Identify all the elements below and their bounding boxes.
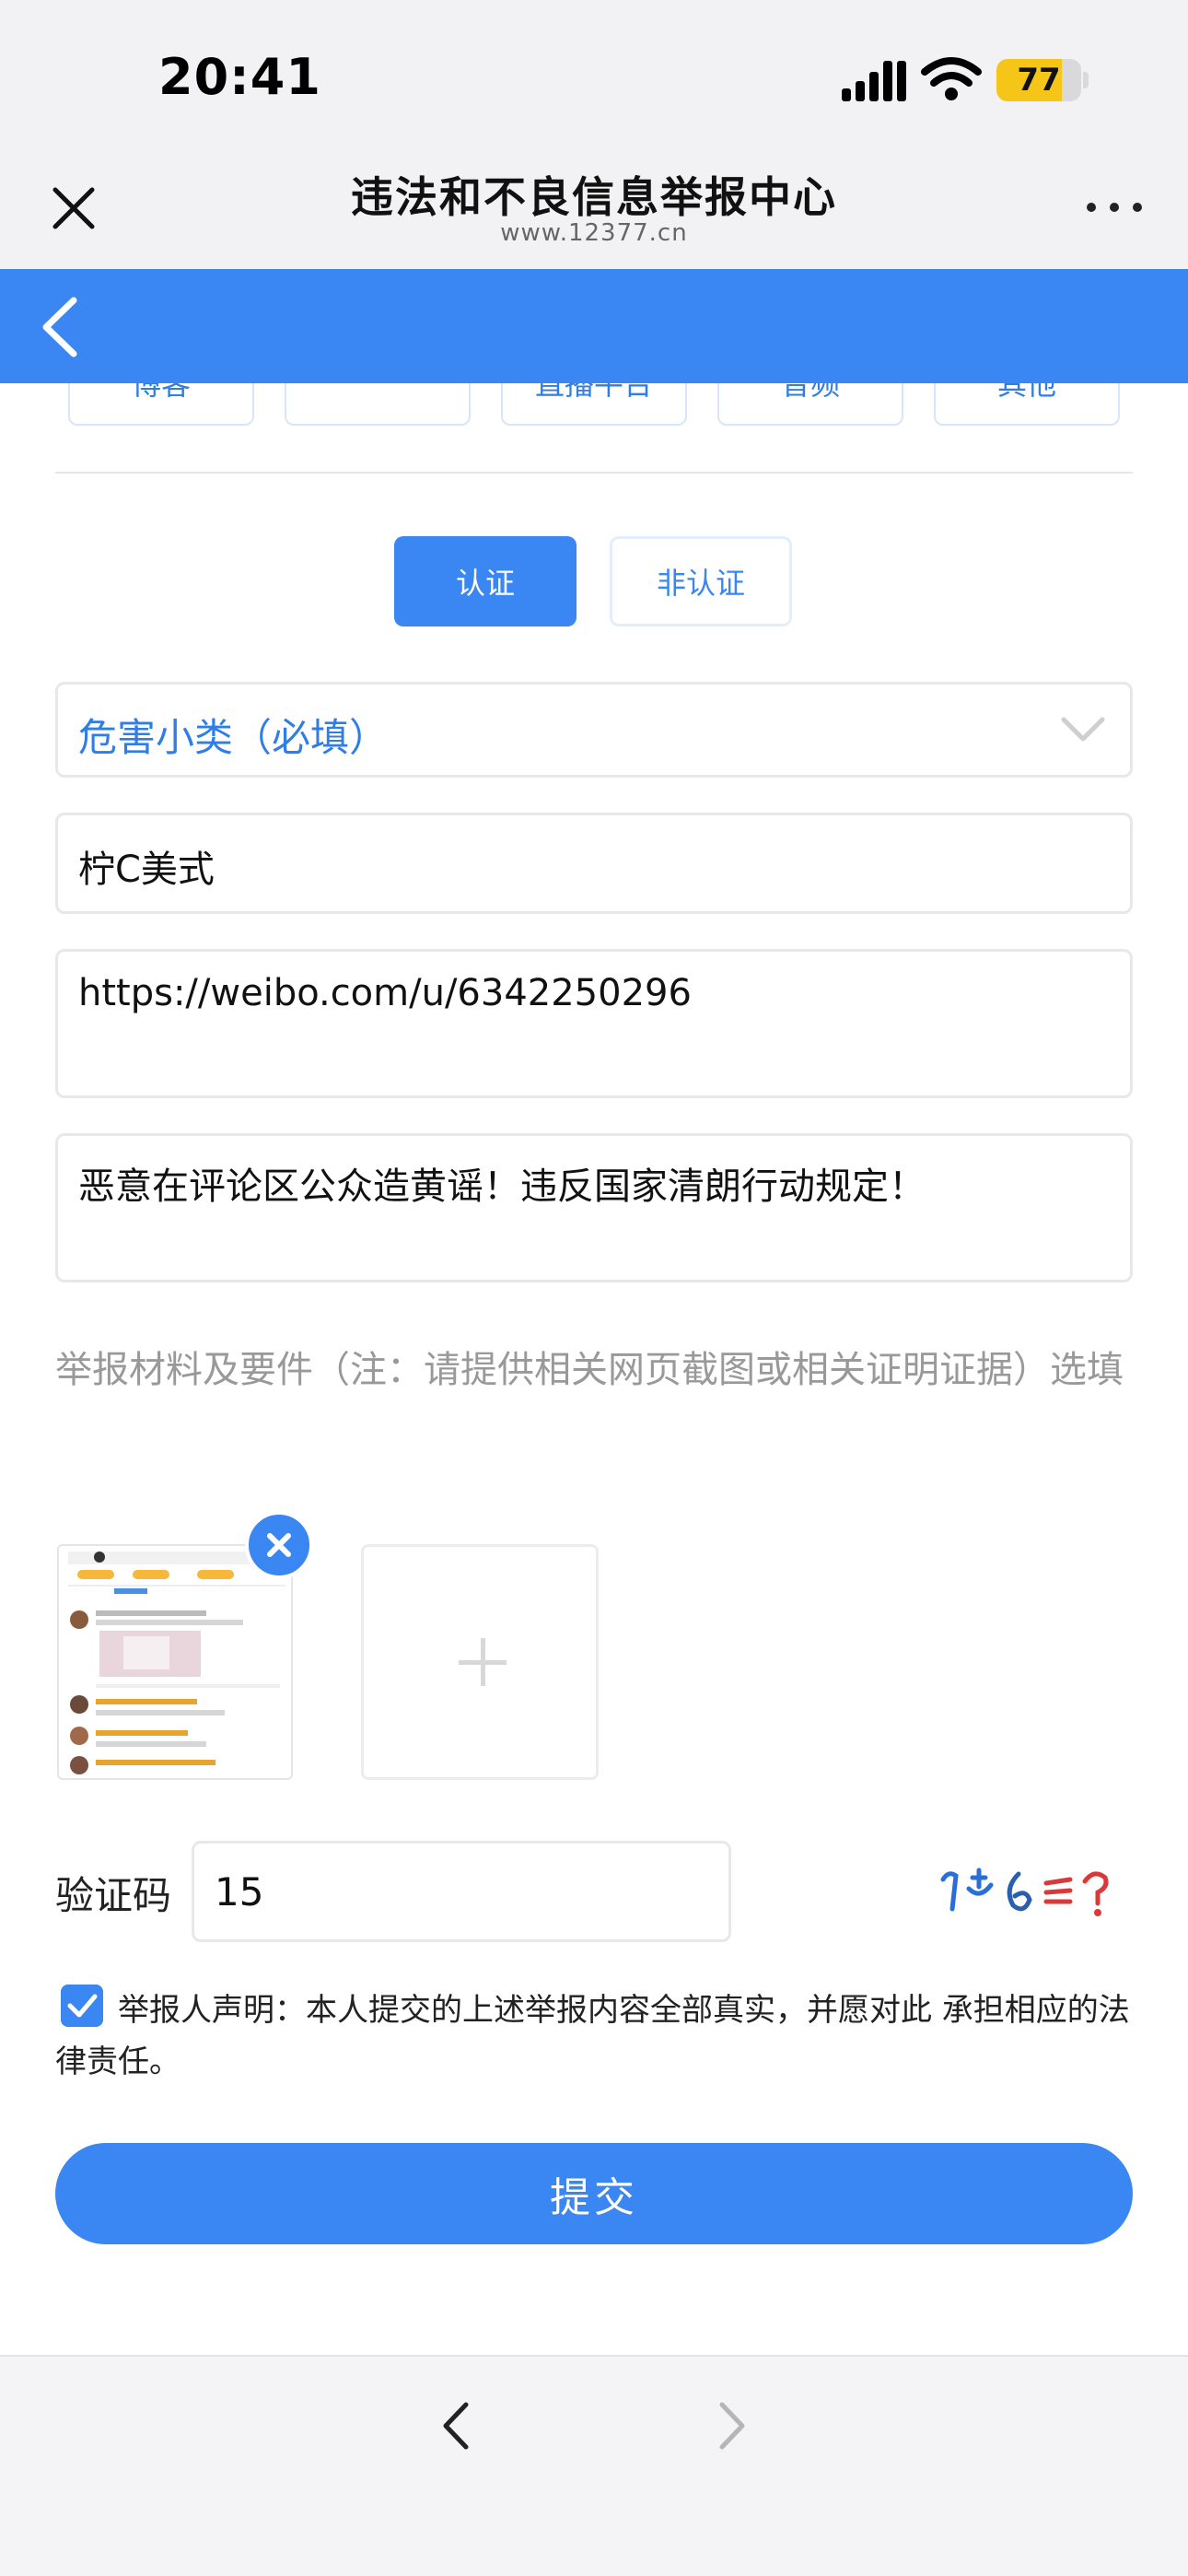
more-icon[interactable]	[1087, 193, 1142, 221]
account-url-value: https://weibo.com/u/6342250296	[78, 972, 692, 1014]
add-image-button[interactable]	[361, 1544, 599, 1780]
add-icon	[481, 1638, 485, 1686]
status-time: 20:41	[158, 48, 321, 106]
remove-image-button[interactable]	[245, 1511, 313, 1579]
nav-back-icon[interactable]	[429, 2394, 481, 2458]
account-name-value: 柠C美式	[78, 849, 215, 891]
harm-subcategory-placeholder: 危害小类（必填）	[78, 715, 389, 760]
uncertified-button[interactable]: 非认证	[610, 536, 792, 626]
section-divider	[55, 472, 1133, 474]
app-bar	[0, 269, 1188, 383]
account-name-input[interactable]: 柠C美式	[55, 813, 1133, 914]
cellular-signal-icon	[842, 61, 906, 101]
battery-percent: 77	[1017, 62, 1061, 99]
browser-header: 20:41 77 违法和不良信息举报中心 www.12377.cn	[0, 0, 1188, 269]
captcha-input[interactable]: 15	[192, 1841, 731, 1942]
battery-indicator: 77	[996, 59, 1081, 101]
submit-button[interactable]: 提交	[55, 2143, 1133, 2244]
captcha-image[interactable]	[936, 1863, 1122, 1922]
chevron-down-icon	[1061, 717, 1105, 742]
harm-subcategory-select[interactable]: 危害小类（必填）	[55, 682, 1133, 778]
description-textarea[interactable]: 恶意在评论区公众造黄谣！违反国家清朗行动规定！	[55, 1133, 1133, 1282]
declaration-text: 举报人声明：本人提交的上述举报内容全部真实，并愿对此 承担相应的法律责任。	[55, 1992, 1130, 2080]
nav-forward-icon[interactable]	[707, 2394, 759, 2458]
uploaded-image-thumbnail[interactable]	[57, 1544, 293, 1780]
captcha-value: 15	[215, 1869, 264, 1914]
captcha-label: 验证码	[55, 1873, 172, 1918]
thumbnail-preview	[59, 1546, 291, 1778]
more-dot	[1087, 203, 1096, 212]
materials-note: 举报材料及要件（注：请提供相关网页截图或相关证明证据）选填	[55, 1349, 1124, 1391]
page-url: www.12377.cn	[500, 219, 688, 247]
more-dot	[1110, 203, 1119, 212]
more-dot	[1133, 203, 1142, 212]
description-value: 恶意在评论区公众造黄谣！违反国家清朗行动规定！	[78, 1165, 926, 1208]
battery-tip	[1083, 72, 1089, 88]
page-title: 违法和不良信息举报中心	[351, 172, 837, 222]
browser-toolbar	[0, 2355, 1188, 2576]
wifi-icon	[921, 57, 982, 100]
back-icon[interactable]	[33, 295, 88, 359]
remove-icon	[267, 1533, 291, 1557]
certified-button[interactable]: 认证	[394, 536, 577, 626]
account-url-textarea[interactable]: https://weibo.com/u/6342250296	[55, 949, 1133, 1098]
